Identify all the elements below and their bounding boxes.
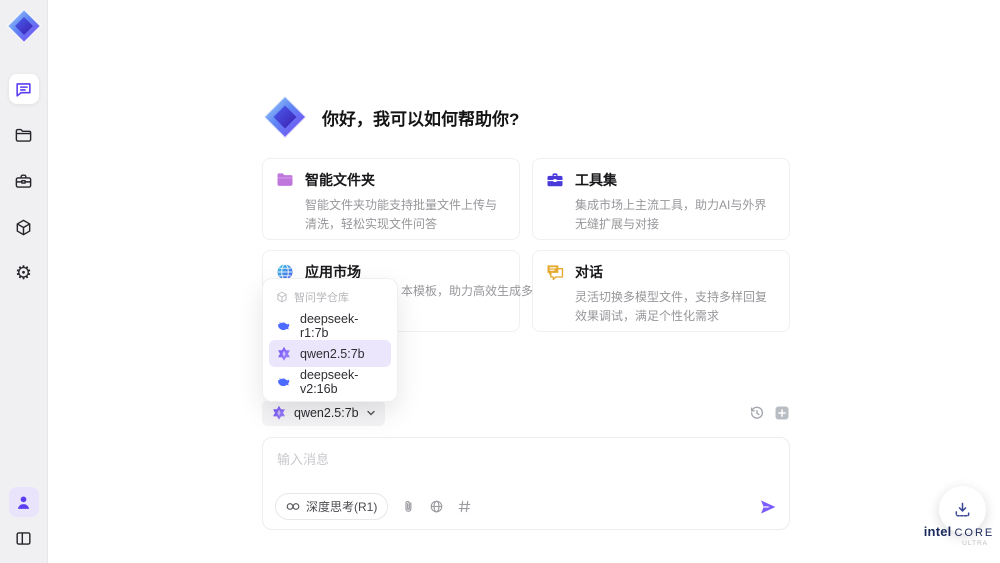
cube-icon [16,219,31,235]
new-chat-icon [775,406,789,420]
sidebar-item-panel[interactable] [9,523,39,553]
chat-icon [16,82,31,97]
deepseek-icon [276,318,292,334]
deepseek-icon [276,374,292,390]
card-title: 对话 [575,264,603,280]
qwen-icon [271,405,287,421]
card-toolset[interactable]: 工具集 集成市场上主流工具，助力AI与外界无缝扩展与对接 [532,158,790,240]
sidebar-item-folders[interactable] [9,120,39,150]
model-option-label: deepseek-r1:7b [300,311,359,340]
sidebar-item-account[interactable] [8,487,39,517]
card-title: 工具集 [575,172,617,188]
card-description: 集成市场上主流工具，助力AI与外界无缝扩展与对接 [575,198,767,231]
core-wordmark: core [954,527,995,539]
card-title: 智能文件夹 [305,172,375,188]
grid-icon[interactable] [457,499,472,514]
chevron-down-icon [366,410,375,416]
model-option-label: deepseek-v2:16b [300,367,359,396]
history-button[interactable] [749,405,765,421]
sidebar-item-chat[interactable] [8,74,39,104]
intel-core-badge: intel core ultra [923,524,995,548]
card-dialog[interactable]: 对话 灵活切换多模型文件，支持多样回复效果调试，满足个性化需求 [532,250,790,332]
new-chat-button[interactable] [774,405,790,421]
model-selector-value: qwen2.5:7b [294,406,359,420]
sidebar-item-toolbox[interactable] [9,166,39,196]
model-dropdown-header: 智问学仓库 [269,285,391,312]
person-icon [17,495,30,509]
send-icon[interactable] [759,498,777,516]
sidebar-item-settings[interactable]: ⚙ [9,258,39,288]
greeting-block: 你好，我可以如何帮助你? [262,94,519,140]
sidebar: ⚙ [0,0,48,563]
app-logo-icon [262,94,308,140]
sidebar-item-models[interactable] [9,212,39,242]
smart-folder-icon [277,173,293,186]
model-option-label: qwen2.5:7b [300,346,365,361]
intel-wordmark: intel [923,524,952,539]
toolset-icon [547,173,563,187]
briefcase-icon [15,173,32,188]
deep-think-label: 深度思考(R1) [306,500,378,514]
model-option-deepseek-v2[interactable]: deepseek-v2:16b [269,367,391,396]
dialog-icon [547,265,564,281]
message-input[interactable] [277,449,775,487]
panel-icon [16,531,31,545]
gear-icon: ⚙ [14,262,33,284]
qwen-icon [276,346,292,362]
history-icon [750,406,764,419]
model-selector-button[interactable]: qwen2.5:7b [262,400,385,426]
card-description: 灵活切换多模型文件，支持多样回复效果调试，满足个性化需求 [575,290,768,323]
card-description-visible: 本模板，助力高效生成多 [401,284,534,298]
selector-row: qwen2.5:7b [262,400,790,426]
folder-icon [15,128,32,142]
deep-think-toggle[interactable]: 深度思考(R1) [275,493,389,520]
model-dropdown-header-label: 智问学仓库 [294,292,349,304]
ultra-wordmark: ultra [962,540,988,547]
paperclip-icon[interactable] [401,499,416,514]
globe-icon[interactable] [429,499,444,514]
app-logo-icon [6,8,42,44]
model-dropdown: 智问学仓库 deepseek-r1:7b qwen2.5:7b deepseek… [262,278,398,402]
greeting-title: 你好，我可以如何帮助你? [322,109,520,129]
card-smart-folder[interactable]: 智能文件夹 智能文件夹功能支持批量文件上传与清洗，轻松实现文件问答 [262,158,520,240]
card-description: 智能文件夹功能支持批量文件上传与清洗，轻松实现文件问答 [305,198,498,231]
deepthink-icon [286,503,300,510]
repo-icon [277,291,287,303]
download-icon [955,502,970,517]
model-option-deepseek-r1[interactable]: deepseek-r1:7b [269,311,391,340]
model-option-qwen[interactable]: qwen2.5:7b [269,340,391,367]
composer: 深度思考(R1) [262,437,790,530]
